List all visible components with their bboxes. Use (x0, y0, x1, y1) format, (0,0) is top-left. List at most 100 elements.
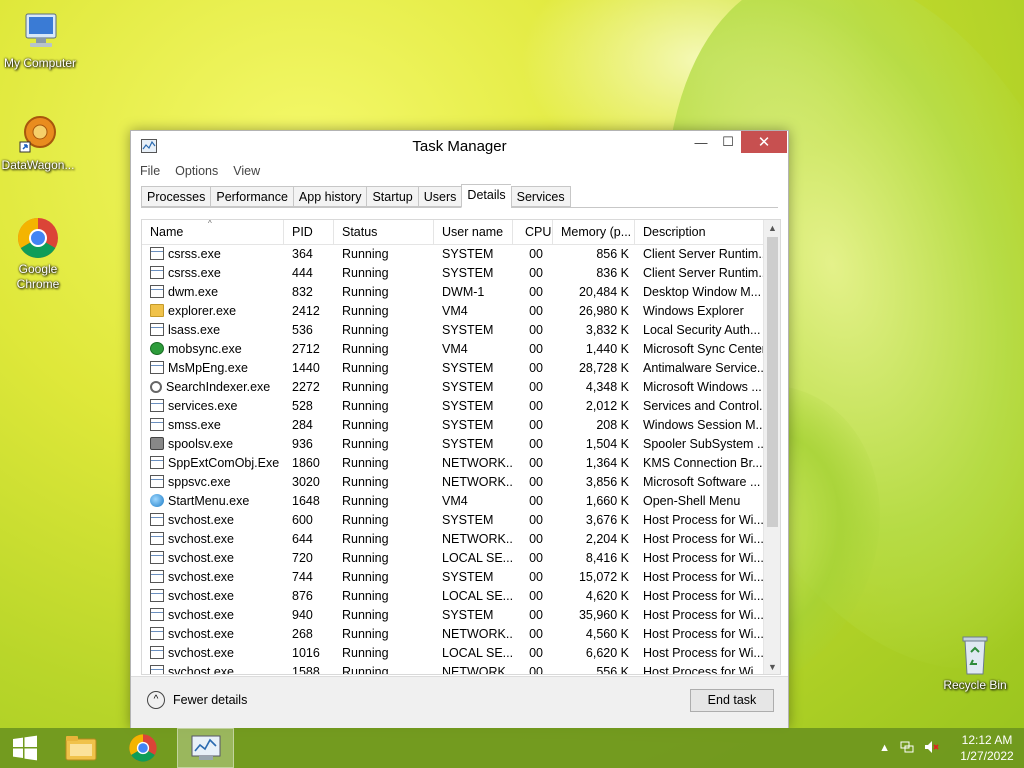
window-title: Task Manager (412, 137, 507, 155)
table-row[interactable]: svchost.exe 644 Running NETWORK... 00 2,204 K… (142, 530, 780, 549)
table-row[interactable]: StartMenu.exe 1648 Running VM4 00 1,660 K Open… (142, 492, 780, 511)
process-name-cell: svchost.exe (142, 644, 284, 663)
memory-cell: 556 K (596, 665, 629, 675)
table-row[interactable]: svchost.exe 940 Running SYSTEM 00 35,960 K Hos… (142, 606, 780, 625)
table-row[interactable]: svchost.exe 1588 Running NETWORK... 00 556 K H… (142, 663, 780, 675)
scrollbar-thumb[interactable] (767, 237, 778, 527)
taskbar-chrome[interactable] (120, 728, 166, 768)
table-row[interactable]: svchost.exe 744 Running SYSTEM 00 15,072 K Hos… (142, 568, 780, 587)
scroll-up-icon[interactable]: ▲ (764, 220, 780, 237)
table-row[interactable]: mobsync.exe 2712 Running VM4 00 1,440 K Micros… (142, 340, 780, 359)
task-manager-icon (191, 735, 220, 760)
show-hidden-icons-icon[interactable]: ▲ (879, 742, 890, 754)
process-name-cell: lsass.exe (142, 321, 284, 340)
fewer-details-button[interactable]: ^ Fewer details (147, 691, 247, 709)
user-name-cell: NETWORK... (442, 475, 513, 489)
process-name: dwm.exe (168, 285, 219, 299)
desktop-icon-datawagon[interactable]: DataWagon... (0, 112, 78, 173)
tab-users[interactable]: Users (417, 186, 462, 207)
table-row[interactable]: svchost.exe 720 Running LOCAL SE... 00 8,416 … (142, 549, 780, 568)
table-row[interactable]: SppExtComObj.Exe 1860 Running NETWORK... 00 1… (142, 454, 780, 473)
process-name: smss.exe (168, 418, 221, 432)
table-row[interactable]: sppsvc.exe 3020 Running NETWORK... 00 3,856 K… (142, 473, 780, 492)
status-cell: Running (342, 266, 389, 280)
column-header-description[interactable]: Description (635, 220, 766, 244)
table-row[interactable]: dwm.exe 832 Running DWM-1 00 20,484 K Desktop … (142, 283, 780, 302)
start-button[interactable] (0, 728, 50, 768)
taskbar-file-explorer[interactable] (58, 728, 104, 768)
tab-services[interactable]: Services (510, 186, 571, 207)
table-row[interactable]: csrss.exe 444 Running SYSTEM 00 836 K Client S… (142, 264, 780, 283)
cpu-cell: 00 (529, 266, 543, 280)
status-cell: Running (342, 627, 389, 641)
maximize-button[interactable]: ☐ (715, 131, 741, 153)
column-header-memory[interactable]: Memory (p... (553, 220, 635, 244)
tab-app-history[interactable]: App history (292, 186, 367, 207)
search-process-icon (150, 381, 162, 393)
pid-cell: 2712 (292, 342, 320, 356)
table-row[interactable]: spoolsv.exe 936 Running SYSTEM 00 1,504 K Spoo… (142, 435, 780, 454)
exe-process-icon (150, 627, 164, 640)
globe-process-icon (150, 494, 164, 507)
memory-cell: 6,620 K (585, 646, 629, 660)
taskbar-task-manager[interactable] (177, 728, 234, 768)
table-row[interactable]: services.exe 528 Running SYSTEM 00 2,012 K Ser… (142, 397, 780, 416)
end-task-button[interactable]: End task (690, 689, 774, 712)
column-header-status[interactable]: Status (334, 220, 434, 244)
scroll-down-icon[interactable]: ▼ (764, 659, 780, 674)
table-row[interactable]: svchost.exe 600 Running SYSTEM 00 3,676 K Host… (142, 511, 780, 530)
description-cell: Host Process for Wi... (643, 551, 764, 565)
desktop-icon-label: DataWagon... (1, 158, 75, 172)
user-name-cell: SYSTEM (442, 418, 494, 432)
title-bar[interactable]: Task Manager — ☐ ✕ (131, 131, 788, 161)
process-name: svchost.exe (168, 627, 235, 641)
tab-processes[interactable]: Processes (141, 186, 211, 207)
table-row[interactable]: explorer.exe 2412 Running VM4 00 26,980 K Wind… (142, 302, 780, 321)
tab-startup[interactable]: Startup (366, 186, 418, 207)
desktop-icon-google-chrome[interactable]: Google Chrome (0, 216, 78, 292)
table-row[interactable]: svchost.exe 1016 Running LOCAL SE... 00 6,620… (142, 644, 780, 663)
process-name: MsMpEng.exe (168, 361, 248, 375)
column-header-pid[interactable]: PID (284, 220, 334, 244)
pid-cell: 720 (292, 551, 313, 565)
memory-cell: 28,728 K (578, 361, 629, 375)
column-header-cpu[interactable]: CPU (513, 220, 553, 244)
process-name: svchost.exe (168, 646, 235, 660)
cpu-cell: 00 (529, 494, 543, 508)
process-name-cell: csrss.exe (142, 245, 284, 264)
vertical-scrollbar[interactable]: ▲ ▼ (763, 220, 780, 674)
column-header-name[interactable]: ^ Name (142, 220, 284, 244)
column-header-user-name[interactable]: User name (434, 220, 513, 244)
computer-icon (18, 10, 62, 54)
tab-details[interactable]: Details (461, 184, 511, 208)
table-row[interactable]: lsass.exe 536 Running SYSTEM 00 3,832 K Local … (142, 321, 780, 340)
menu-options[interactable]: Options (175, 164, 218, 178)
table-row[interactable]: MsMpEng.exe 1440 Running SYSTEM 00 28,728 K An… (142, 359, 780, 378)
process-name: svchost.exe (168, 665, 235, 675)
tab-performance[interactable]: Performance (210, 186, 293, 207)
desktop-icon-recycle-bin[interactable]: Recycle Bin (935, 632, 1015, 693)
table-row[interactable]: csrss.exe 364 Running SYSTEM 00 856 K Client S… (142, 245, 780, 264)
pid-cell: 268 (292, 627, 313, 641)
description-cell: Open-Shell Menu (643, 494, 741, 508)
pid-cell: 3020 (292, 475, 320, 489)
volume-muted-icon[interactable] (924, 740, 940, 757)
minimize-button[interactable]: — (687, 131, 715, 153)
menu-file[interactable]: File (140, 164, 160, 178)
table-row[interactable]: svchost.exe 268 Running NETWORK... 00 4,560 K… (142, 625, 780, 644)
table-row[interactable]: smss.exe 284 Running SYSTEM 00 208 K Windows S… (142, 416, 780, 435)
pid-cell: 1860 (292, 456, 320, 470)
cpu-cell: 00 (529, 513, 543, 527)
task-manager-window: Task Manager — ☐ ✕ File Options View Pro… (130, 130, 789, 728)
table-row[interactable]: svchost.exe 876 Running LOCAL SE... 00 4,620 … (142, 587, 780, 606)
desktop-icon-my-computer[interactable]: My Computer (0, 10, 80, 71)
process-name-cell: sppsvc.exe (142, 473, 284, 492)
close-button[interactable]: ✕ (741, 131, 787, 153)
process-name: sppsvc.exe (168, 475, 231, 489)
exe-process-icon (150, 456, 164, 469)
network-icon[interactable] (900, 740, 914, 757)
process-name: spoolsv.exe (168, 437, 234, 451)
menu-view[interactable]: View (233, 164, 260, 178)
clock[interactable]: 12:12 AM 1/27/2022 (950, 732, 1024, 764)
table-row[interactable]: SearchIndexer.exe 2272 Running SYSTEM 00 4,34… (142, 378, 780, 397)
